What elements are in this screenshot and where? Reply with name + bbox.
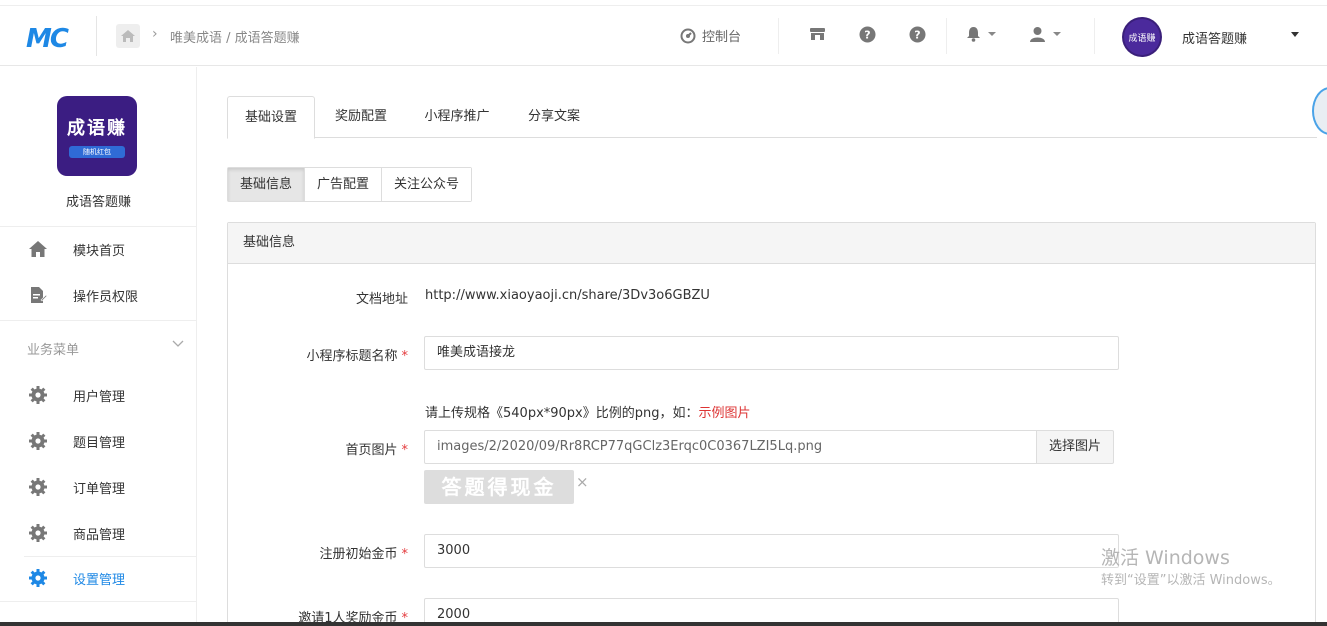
app-logo-title: 成语赚 — [67, 118, 127, 139]
divider — [0, 226, 197, 227]
sidebar-item-label: 设置管理 — [73, 572, 126, 588]
gear-icon — [28, 431, 48, 451]
home-image-label: 首页图片 * — [345, 443, 408, 458]
subtab-follow-account[interactable]: 关注公众号 — [382, 168, 472, 201]
sidebar-item-user-management[interactable]: 用户管理 — [0, 374, 197, 416]
svg-text:?: ? — [864, 29, 870, 42]
doc-url-value[interactable]: http://www.xiaoyaoji.cn/share/3Dv3o6GBZU — [425, 288, 710, 303]
divider — [778, 18, 779, 54]
register-coins-label: 注册初始金币 * — [319, 547, 408, 562]
bell-icon — [967, 27, 980, 42]
divider — [1094, 18, 1095, 54]
console-label: 控制台 — [702, 30, 742, 45]
tab-basic-settings[interactable]: 基础设置 — [227, 96, 315, 139]
help-icon: ? — [859, 26, 876, 43]
user-dropdown[interactable] — [1030, 26, 1061, 42]
activation-watermark-subtitle: 转到“设置”以激活 Windows。 — [1101, 573, 1281, 588]
mp-title-label: 小程序标题名称 * — [306, 349, 408, 364]
register-coins-input[interactable]: 3000 — [424, 534, 1119, 568]
store-icon — [810, 28, 825, 40]
tab-miniprogram-promotion[interactable]: 小程序推广 — [413, 96, 501, 138]
sidebar-item-operator-permissions[interactable]: 操作员权限 — [0, 274, 197, 316]
divider — [96, 16, 97, 56]
gear-icon — [28, 568, 48, 588]
divider — [0, 601, 197, 602]
sidebar-item-label: 订单管理 — [73, 481, 126, 497]
gear-icon — [28, 477, 48, 497]
dashboard-icon — [680, 28, 696, 43]
panel-title: 基础信息 — [228, 223, 1315, 264]
subtab-bar: 基础信息 广告配置 关注公众号 — [227, 167, 473, 202]
image-thumbnail: 答题得现金 — [424, 470, 574, 504]
sidebar-item-label: 题目管理 — [73, 435, 126, 451]
sidebar-item-label: 操作员权限 — [73, 289, 139, 305]
sidebar-item-product-management[interactable]: 商品管理 — [0, 512, 197, 554]
store-button[interactable] — [809, 26, 826, 42]
sidebar-item-settings-management[interactable]: 设置管理 — [0, 557, 197, 599]
sidebar-item-module-home[interactable]: 模块首页 — [0, 228, 197, 270]
app-logo: 成语赚 随机红包 — [57, 96, 137, 176]
gear-icon — [28, 523, 48, 543]
help-icon: ? — [909, 26, 926, 43]
help-button-2[interactable]: ? — [909, 26, 926, 43]
sidebar-item-label: 用户管理 — [73, 389, 126, 405]
brand-logo[interactable]: MC — [26, 24, 69, 54]
tab-bar: 基础设置 奖励配置 小程序推广 分享文案 — [227, 96, 1317, 139]
top-bar: MC › 唯美成语 / 成语答题赚 控制台 ? ? 成语赚 成语答题赚 — [0, 6, 1327, 66]
sidebar-item-label: 商品管理 — [73, 527, 126, 543]
mp-title-input[interactable]: 唯美成语接龙 — [424, 336, 1119, 370]
chevron-right-icon: › — [152, 26, 158, 42]
user-icon — [1030, 27, 1045, 42]
avatar[interactable]: 成语赚 — [1122, 17, 1162, 57]
select-image-button[interactable]: 选择图片 — [1036, 430, 1115, 464]
caret-down-icon — [1053, 32, 1061, 36]
home-icon — [121, 30, 135, 42]
home-button[interactable] — [116, 24, 140, 48]
gear-icon — [28, 385, 48, 405]
activation-watermark-title: 激活 Windows — [1101, 547, 1230, 569]
sidebar: 成语赚 随机红包 成语答题赚 模块首页 操作员权限 业务菜单 用户管理 题目管理 — [0, 67, 197, 626]
breadcrumb: 唯美成语 / 成语答题赚 — [170, 31, 300, 46]
help-button[interactable]: ? — [859, 26, 876, 43]
chevron-down-icon[interactable] — [172, 337, 184, 351]
caret-down-icon[interactable] — [1291, 32, 1299, 37]
divider — [946, 18, 947, 54]
tab-reward-config[interactable]: 奖励配置 — [322, 96, 400, 138]
edit-doc-icon — [28, 285, 48, 305]
home-icon — [28, 239, 48, 259]
account-name[interactable]: 成语答题赚 — [1182, 28, 1247, 47]
home-image-path-input[interactable]: images/2/2020/09/Rr8RCP77qGClz3Erqc0C036… — [424, 430, 1037, 464]
sidebar-item-order-management[interactable]: 订单管理 — [0, 466, 197, 508]
sidebar-item-label: 模块首页 — [73, 243, 126, 259]
example-image-link[interactable]: 示例图片 — [699, 406, 751, 421]
remove-image-icon[interactable]: × — [576, 473, 589, 491]
app-logo-sub: 随机红包 — [69, 146, 125, 158]
subtab-basic-info[interactable]: 基础信息 — [228, 168, 306, 201]
doc-url-label: 文档地址 — [355, 292, 408, 307]
caret-down-icon — [988, 32, 996, 36]
notification-dropdown[interactable] — [966, 26, 996, 42]
app-name: 成语答题赚 — [65, 195, 131, 210]
taskbar-edge — [0, 622, 1327, 626]
subtab-ad-config[interactable]: 广告配置 — [305, 168, 383, 201]
divider — [0, 320, 197, 321]
sidebar-item-question-management[interactable]: 题目管理 — [0, 420, 197, 462]
upload-hint: 请上传规格《540px*90px》比例的png，如：示例图片 — [425, 406, 751, 421]
avatar-text: 成语赚 — [1124, 19, 1160, 55]
console-link[interactable]: 控制台 — [680, 26, 741, 45]
tab-share-copy[interactable]: 分享文案 — [515, 96, 593, 138]
svg-text:?: ? — [914, 29, 920, 42]
sidebar-group-label[interactable]: 业务菜单 — [27, 339, 79, 358]
